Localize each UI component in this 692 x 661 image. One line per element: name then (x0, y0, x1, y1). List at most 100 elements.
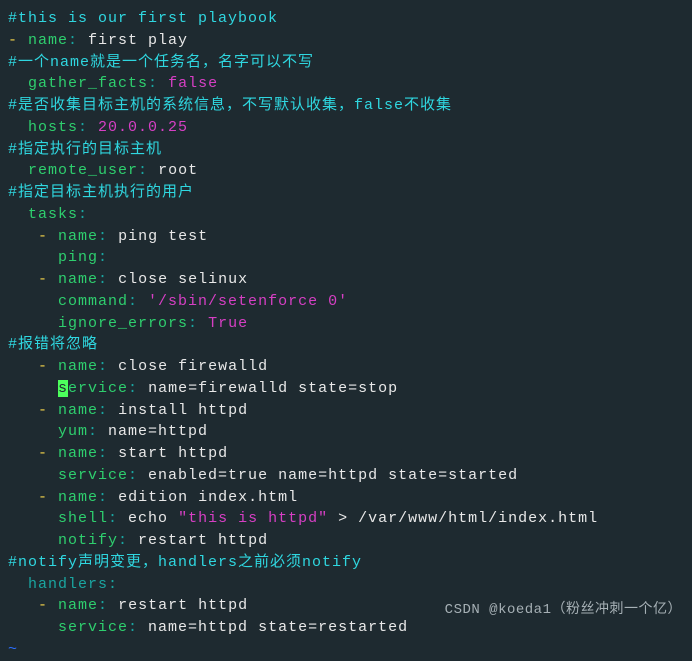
key: gather_facts (28, 75, 148, 92)
key: name (28, 32, 68, 49)
colon: : (188, 315, 208, 332)
value: ping test (118, 228, 208, 245)
indent (8, 271, 38, 288)
colon: : (128, 619, 148, 636)
comment: #指定目标主机执行的用户 (8, 184, 194, 201)
key: command (58, 293, 128, 310)
value: > /var/www/html/index.html (328, 510, 598, 527)
code-line: #指定目标主机执行的用户 (8, 182, 684, 204)
indent (8, 532, 58, 549)
value: restart httpd (118, 597, 248, 614)
indent (8, 249, 58, 266)
code-line: - name: first play (8, 30, 684, 52)
key: service (58, 619, 128, 636)
dash: - (38, 228, 58, 245)
value: first play (88, 32, 188, 49)
code-line: tasks: (8, 204, 684, 226)
colon: : (108, 510, 128, 527)
code-line: handlers: (8, 574, 684, 596)
comment: #报错将忽略 (8, 336, 98, 353)
comment: #notify声明变更，handlers之前必须notify (8, 554, 362, 571)
value: close selinux (118, 271, 248, 288)
indent (8, 597, 38, 614)
indent (8, 445, 38, 462)
value: name=httpd (108, 423, 208, 440)
dash: - (38, 445, 58, 462)
key: name (58, 402, 98, 419)
value: name=firewalld state=stop (148, 380, 398, 397)
colon: : (88, 423, 108, 440)
indent (8, 162, 28, 179)
comment: #this is our first playbook (8, 10, 278, 27)
code-line: - name: ping test (8, 226, 684, 248)
code-line: #一个name就是一个任务名，名字可以不写 (8, 52, 684, 74)
colon: : (98, 402, 118, 419)
string: "this is httpd" (178, 510, 328, 527)
code-line: #notify声明变更，handlers之前必须notify (8, 552, 684, 574)
value: name=httpd state=restarted (148, 619, 408, 636)
colon: : (128, 467, 148, 484)
code-line: - name: install httpd (8, 400, 684, 422)
key: hosts (28, 119, 78, 136)
code-line: hosts: 20.0.0.25 (8, 117, 684, 139)
colon: : (78, 119, 98, 136)
value: false (168, 75, 218, 92)
tilde-icon: ~ (8, 641, 18, 658)
indent (8, 423, 58, 440)
value: True (208, 315, 248, 332)
comment: #一个name就是一个任务名，名字可以不写 (8, 54, 314, 71)
code-line: gather_facts: false (8, 73, 684, 95)
colon: : (68, 32, 88, 49)
dash: - (38, 402, 58, 419)
indent (8, 489, 38, 506)
value: start httpd (118, 445, 228, 462)
colon: : (138, 162, 158, 179)
code-line: #是否收集目标主机的系统信息，不写默认收集，false不收集 (8, 95, 684, 117)
colon: : (98, 358, 118, 375)
key: name (58, 597, 98, 614)
indent (8, 206, 28, 223)
colon: : (108, 576, 118, 593)
colon: : (98, 489, 118, 506)
code-line: ignore_errors: True (8, 313, 684, 335)
colon: : (98, 228, 118, 245)
watermark: CSDN @koeda1（粉丝冲刺一个亿） (445, 600, 682, 620)
indent (8, 315, 58, 332)
value: 20.0.0.25 (98, 119, 188, 136)
value: install httpd (118, 402, 248, 419)
key: name (58, 271, 98, 288)
code-line: #指定执行的目标主机 (8, 139, 684, 161)
value: '/sbin/setenforce 0' (148, 293, 348, 310)
cursor: s (58, 380, 68, 397)
code-line: - name: close firewalld (8, 356, 684, 378)
colon: : (98, 249, 108, 266)
dash: - (8, 32, 28, 49)
code-line: ping: (8, 247, 684, 269)
code-line: #报错将忽略 (8, 334, 684, 356)
code-line: service: name=firewalld state=stop (8, 378, 684, 400)
key: handlers (28, 576, 108, 593)
key: name (58, 489, 98, 506)
value: edition index.html (118, 489, 298, 506)
dash: - (38, 597, 58, 614)
colon: : (128, 380, 148, 397)
colon: : (98, 445, 118, 462)
code-line: - name: close selinux (8, 269, 684, 291)
indent (8, 119, 28, 136)
dash: - (38, 489, 58, 506)
comment: #指定执行的目标主机 (8, 141, 162, 158)
indent (8, 510, 58, 527)
code-line: #this is our first playbook (8, 8, 684, 30)
key: tasks (28, 206, 78, 223)
value: enabled=true name=httpd state=started (148, 467, 518, 484)
key: name (58, 358, 98, 375)
code-line: yum: name=httpd (8, 421, 684, 443)
empty-line: ~ (8, 639, 684, 661)
key: name (58, 445, 98, 462)
key: notify (58, 532, 118, 549)
code-line: service: enabled=true name=httpd state=s… (8, 465, 684, 487)
value: echo (128, 510, 178, 527)
code-line: shell: echo "this is httpd" > /var/www/h… (8, 508, 684, 530)
indent (8, 576, 28, 593)
key: ervice (68, 380, 128, 397)
